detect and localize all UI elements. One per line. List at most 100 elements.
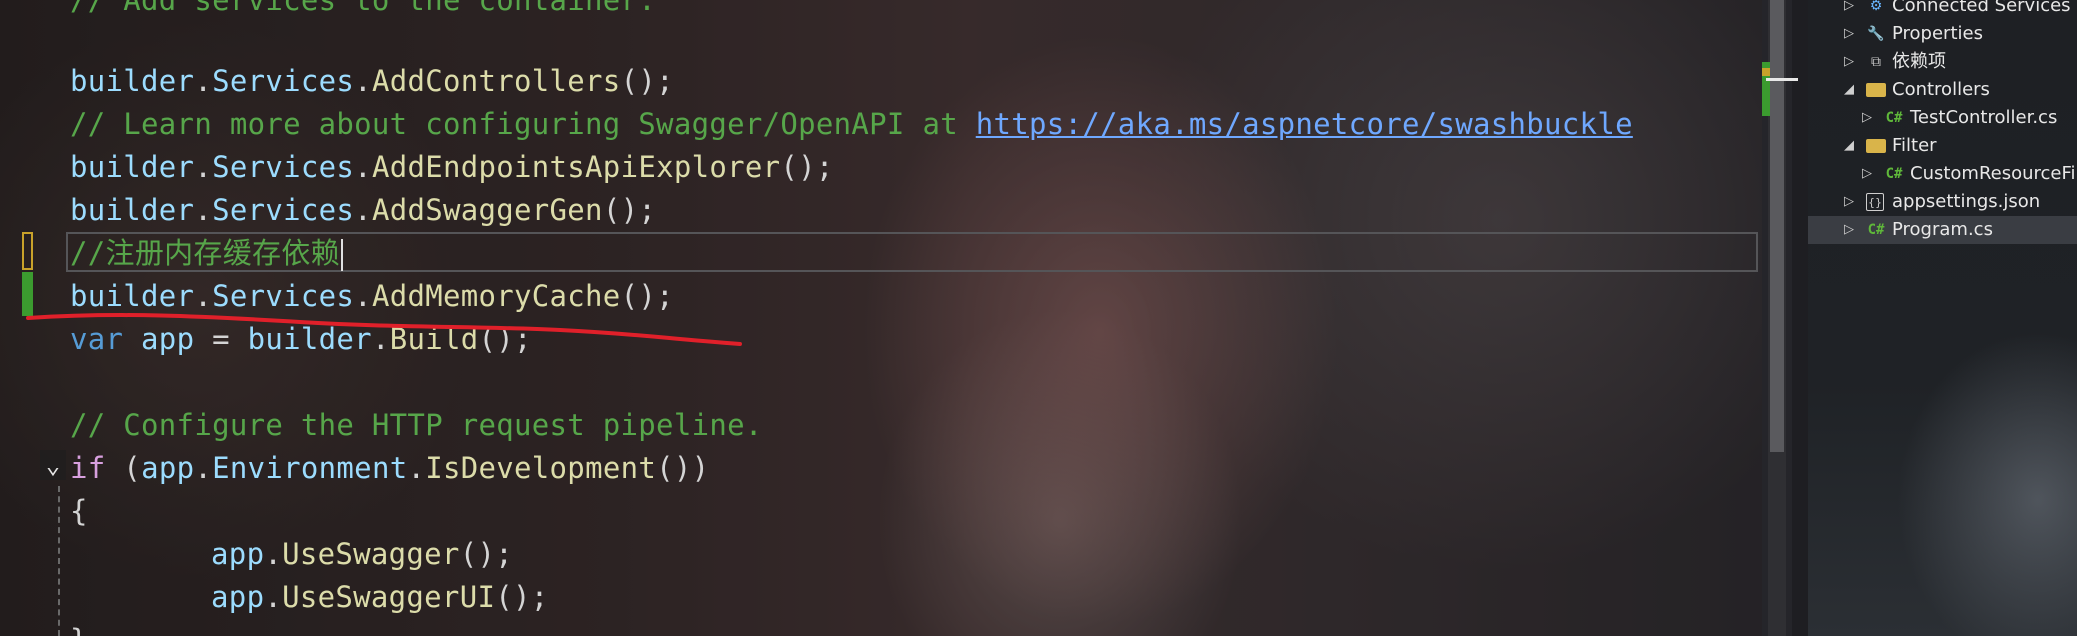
tree-item-label: Connected Services [1892,0,2071,16]
dependencies-icon: ⧉ [1871,54,1881,70]
code-line[interactable]: if (app.Environment.IsDevelopment()) [70,447,709,490]
tree-item-label: TestController.cs [1910,107,2058,128]
code-token: . [407,451,426,485]
code-token: . [264,537,283,571]
code-token: (); [602,193,657,227]
tree-item-label: CustomResourceFilterAttribute.cs [1910,163,2077,184]
collapsed-arrow-icon[interactable]: ▷ [1844,0,1854,20]
code-line[interactable]: builder.Services.AddSwaggerGen(); [70,189,656,232]
code-editor[interactable]: ⌄ // Add services to the container. build… [0,0,1762,636]
tree-item[interactable]: ◢ Controllers [1808,76,2077,104]
code-token: . [194,451,213,485]
tree-item[interactable]: ▷ 🔧 Properties [1808,20,2077,48]
tree-item[interactable]: ◢ Filter [1808,132,2077,160]
code-token: AddEndpointsApiExplorer [371,150,781,184]
code-token: ()) [656,451,710,485]
tree-item[interactable]: ▷ {} appsettings.json [1808,188,2077,216]
collapsed-arrow-icon[interactable]: ▷ [1844,20,1854,48]
code-token: ( [105,451,142,485]
code-token: app [141,451,195,485]
code-token: // Configure the HTTP request pipeline. [70,408,763,442]
code-line[interactable]: //注册内存缓存依赖 [70,232,343,275]
tree-item-label: Program.cs [1892,219,1993,240]
tree-item-label: Properties [1892,23,1983,44]
code-line[interactable]: // Add services to the container. [70,0,656,22]
code-line[interactable]: { [70,490,88,533]
csharp-file-icon: C# [1867,222,1885,238]
code-link[interactable]: https://aka.ms/aspnetcore/swashbuckle [976,107,1633,141]
unsaved-change-marker [22,232,33,270]
code-token: . [354,193,372,227]
tree-item-label: appsettings.json [1892,191,2041,212]
code-token: (); [459,537,513,571]
code-token: (); [495,580,549,614]
code-token: builder [70,150,195,184]
tree-item-label: Filter [1892,135,1937,156]
code-token: . [194,150,213,184]
collapsed-arrow-icon[interactable]: ▷ [1862,104,1872,132]
connected-services-icon: ⚙ [1869,0,1883,14]
code-token: . [194,193,213,227]
folder-icon [1866,83,1886,97]
code-token: IsDevelopment [425,451,657,485]
code-token: } [70,623,88,636]
wrench-icon: 🔧 [1867,26,1885,42]
collapsed-arrow-icon[interactable]: ▷ [1844,216,1854,244]
code-token: . [354,150,372,184]
code-line[interactable]: } [70,619,88,636]
tree-item[interactable]: ▷ ⚙ Connected Services [1808,0,2077,20]
code-line[interactable]: app.UseSwaggerUI(); [140,576,549,619]
indent-guide [58,486,60,636]
code-token: builder [70,193,195,227]
code-token: UseSwagger [282,537,460,571]
text-caret [340,239,343,271]
tree-item[interactable]: ▷ C# CustomResourceFilterAttribute.cs [1808,160,2077,188]
code-token: (); [620,64,674,98]
code-token: UseSwaggerUI [282,580,496,614]
code-token: Services [212,193,355,227]
tree-item[interactable]: ▷ ⧉ 依赖项 [1808,48,2077,76]
code-token: app [211,537,265,571]
code-token: if [70,451,106,485]
tree-item[interactable]: ▷ C# Program.cs [1808,216,2077,244]
json-file-icon: {} [1866,193,1884,211]
code-token: // Learn more about configuring Swagger/… [70,107,976,141]
scrollbar-edit-marker [1762,68,1770,76]
code-line[interactable]: // Learn more about configuring Swagger/… [70,103,1633,146]
tree-item-label: Controllers [1892,79,1990,100]
scrollbar-thumb[interactable] [1770,0,1784,452]
code-token: Services [212,150,355,184]
collapsed-arrow-icon[interactable]: ▷ [1844,188,1854,216]
code-token: . [354,64,372,98]
code-line[interactable]: builder.Services.AddEndpointsApiExplorer… [70,146,834,189]
code-token: builder [70,64,195,98]
code-line[interactable]: builder.Services.AddControllers(); [70,60,674,103]
collapsed-arrow-icon[interactable]: ▷ [1844,48,1854,76]
code-token: //注册内存缓存依赖 [70,236,340,270]
code-token: . [264,580,283,614]
solution-explorer: ▷ ⚙ Connected Services ▷ 🔧 Properties ▷ ⧉ 依赖项 ◢ Co… [1808,0,2077,636]
code-line[interactable]: app.UseSwagger(); [140,533,513,576]
tree-item[interactable]: ▷ C# TestController.cs [1808,104,2077,132]
panel-splitter[interactable] [1792,0,1808,636]
csharp-file-icon: C# [1885,166,1903,182]
code-token: . [194,64,213,98]
folder-icon [1866,139,1886,153]
csharp-file-icon: C# [1885,110,1903,126]
code-token: AddControllers [371,64,621,98]
expanded-arrow-icon[interactable]: ◢ [1844,132,1854,160]
scrollbar-caret-marker [1766,78,1798,81]
code-token: AddSwaggerGen [371,193,603,227]
collapse-chevron-icon[interactable]: ⌄ [40,450,66,480]
code-token: app [211,580,265,614]
code-line[interactable]: // Configure the HTTP request pipeline. [70,404,763,447]
code-token: (); [780,150,834,184]
code-token: // Add services to the container. [70,0,657,17]
expanded-arrow-icon[interactable]: ◢ [1844,76,1854,104]
collapsed-arrow-icon[interactable]: ▷ [1862,160,1872,188]
tree-item-label: 依赖项 [1892,51,1946,72]
code-token: Services [212,64,355,98]
code-token: Environment [212,451,408,485]
